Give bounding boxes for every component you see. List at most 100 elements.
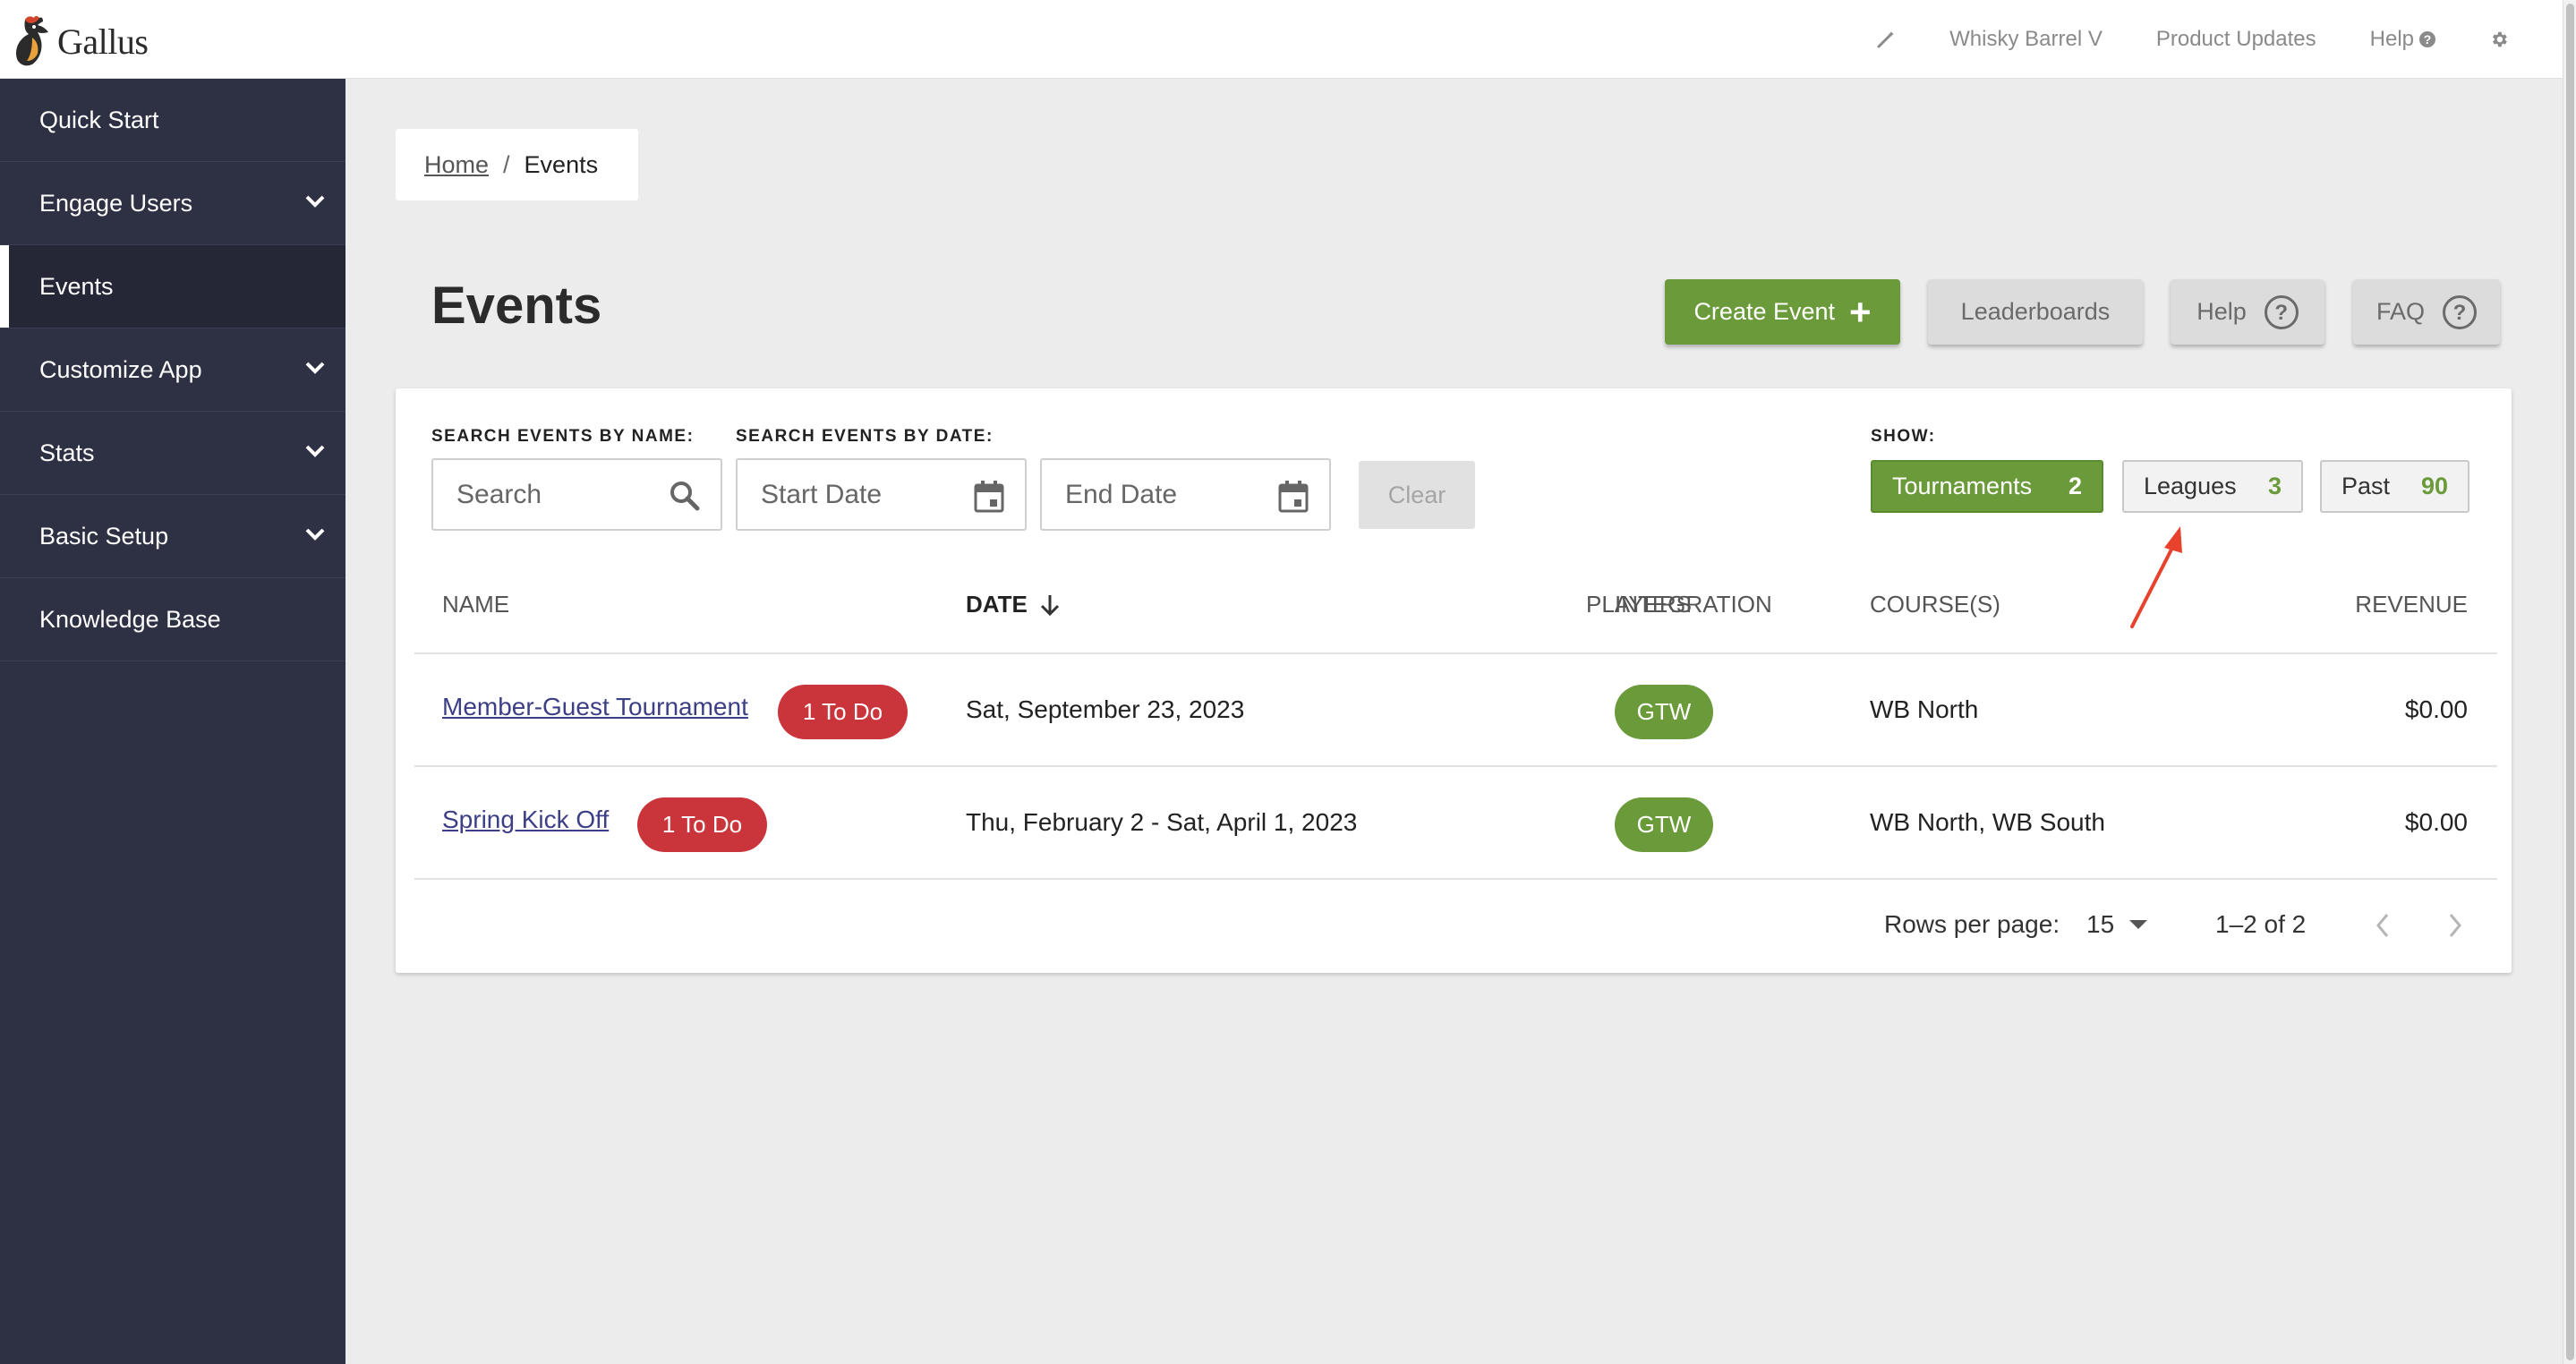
chevron-down-icon: [305, 195, 325, 208]
toggle-label: Tournaments: [1892, 473, 2033, 499]
integration-badge: GTW: [1615, 685, 1713, 739]
todo-badge[interactable]: 1 To Do: [637, 797, 767, 852]
start-date-input[interactable]: [761, 479, 967, 510]
events-card: SEARCH EVENTS BY NAME: SEARCH EVENTS BY …: [396, 388, 2512, 973]
help-link-label: Help: [2369, 27, 2414, 51]
magic-wand-icon: [1877, 31, 1895, 48]
chevron-down-icon: [305, 445, 325, 457]
sort-arrow-down-icon: [1040, 594, 1059, 616]
toggle-count: 2: [2068, 473, 2082, 499]
logo-text: Gallus: [57, 21, 149, 62]
sidebar-item-label: Stats: [39, 439, 95, 466]
column-header-revenue[interactable]: REVENUE: [2186, 591, 2468, 618]
column-header-date-label: DATE: [966, 591, 1028, 618]
search-icon: [670, 482, 700, 511]
start-date-field[interactable]: [736, 458, 1027, 531]
help-label: Help: [2196, 298, 2247, 325]
rows-per-page-select[interactable]: 15: [2086, 910, 2148, 939]
column-header-courses[interactable]: COURSE(S): [1870, 591, 2000, 618]
gear-icon: [2493, 31, 2507, 47]
leagues-toggle[interactable]: Leagues 3: [2122, 460, 2303, 513]
toggle-label: Past: [2341, 473, 2391, 499]
settings-button[interactable]: [2489, 30, 2509, 49]
search-date-label: SEARCH EVENTS BY DATE:: [736, 427, 994, 446]
calendar-icon[interactable]: [973, 480, 1005, 514]
column-header-date[interactable]: DATE: [966, 591, 1062, 618]
search-field[interactable]: [431, 458, 722, 531]
event-name-link[interactable]: Spring Kick Off: [442, 806, 609, 834]
breadcrumb: Home / Events: [396, 129, 638, 200]
column-header-name[interactable]: NAME: [442, 591, 509, 618]
event-revenue: $0.00: [2404, 808, 2468, 836]
chevron-down-icon: [305, 528, 325, 541]
table-divider: [414, 765, 2497, 767]
sidebar-item-label: Engage Users: [39, 189, 193, 217]
event-revenue: $0.00: [2404, 695, 2468, 723]
chevron-down-icon: [305, 362, 325, 374]
annotation-arrow: [2130, 526, 2182, 628]
app-logo[interactable]: Gallus: [13, 14, 149, 68]
sidebar-item-label: Customize App: [39, 355, 202, 383]
end-date-input[interactable]: [1065, 479, 1271, 510]
rooster-logo-icon: [16, 16, 48, 66]
sidebar-item-quick-start[interactable]: Quick Start: [0, 79, 345, 162]
sidebar-item-events[interactable]: Events: [0, 245, 345, 328]
sidebar-item-label: Knowledge Base: [39, 605, 221, 633]
show-label: SHOW:: [1871, 427, 1936, 446]
top-nav: Whisky Barrel V Product Updates Help ?: [1876, 0, 2509, 79]
sidebar-item-basic-setup[interactable]: Basic Setup: [0, 495, 345, 578]
event-date: Thu, February 2 - Sat, April 1, 2023: [966, 808, 1358, 836]
table-divider: [414, 878, 2497, 880]
help-button[interactable]: Help ?: [2171, 279, 2324, 345]
product-updates-link[interactable]: Product Updates: [2156, 27, 2316, 52]
toggle-count: 90: [2420, 473, 2448, 499]
past-toggle[interactable]: Past 90: [2320, 460, 2469, 513]
toggle-count: 3: [2267, 473, 2282, 499]
course-selector[interactable]: Whisky Barrel V: [1949, 27, 2103, 52]
breadcrumb-separator: /: [503, 150, 510, 178]
magic-wand-button[interactable]: [1876, 30, 1896, 49]
rows-per-page-label: Rows per page:: [1884, 910, 2060, 938]
breadcrumb-home-link[interactable]: Home: [424, 151, 489, 179]
help-link[interactable]: Help ?: [2370, 27, 2435, 52]
create-event-button[interactable]: Create Event +: [1665, 279, 1900, 345]
help-circle-icon: ?: [2264, 294, 2299, 329]
calendar-icon[interactable]: [1277, 480, 1309, 514]
scrollbar-thumb[interactable]: [2566, 4, 2574, 1360]
sidebar-item-label: Basic Setup: [39, 522, 169, 550]
event-courses: WB North: [1870, 695, 1979, 723]
plus-icon: +: [1849, 290, 1872, 333]
todo-badge[interactable]: 1 To Do: [778, 685, 908, 739]
integration-badge: GTW: [1615, 797, 1713, 852]
table-divider: [414, 652, 2497, 654]
search-input[interactable]: [456, 479, 662, 510]
sidebar-item-engage-users[interactable]: Engage Users: [0, 162, 345, 245]
help-circle-icon: ?: [2419, 31, 2435, 47]
sidebar-item-label: Quick Start: [39, 106, 159, 133]
toggle-label: Leagues: [2144, 473, 2237, 499]
breadcrumb-current: Events: [524, 150, 599, 178]
column-header-integration[interactable]: INTEGRATION: [1615, 591, 1772, 618]
faq-label: FAQ: [2376, 298, 2425, 325]
clear-button[interactable]: Clear: [1359, 461, 1475, 529]
end-date-field[interactable]: [1040, 458, 1331, 531]
help-circle-icon: ?: [2443, 294, 2477, 329]
sidebar: Quick Start Engage Users Events Customiz…: [0, 79, 345, 1364]
top-bar: Gallus Whisky Barrel V Product Updates H…: [0, 0, 2563, 79]
rows-per-page-value: 15: [2086, 910, 2115, 938]
sidebar-item-label: Events: [39, 272, 114, 300]
create-event-label: Create Event: [1693, 298, 1836, 325]
page-scrollbar[interactable]: [2563, 0, 2576, 1364]
faq-button[interactable]: FAQ ?: [2353, 279, 2500, 345]
sidebar-item-customize-app[interactable]: Customize App: [0, 328, 345, 412]
leaderboards-button[interactable]: Leaderboards: [1928, 279, 2143, 345]
dropdown-arrow-icon: [2129, 920, 2148, 929]
previous-page-icon[interactable]: [2374, 911, 2392, 940]
sidebar-item-stats[interactable]: Stats: [0, 412, 345, 495]
sidebar-item-knowledge-base[interactable]: Knowledge Base: [0, 578, 345, 661]
event-name-link[interactable]: Member-Guest Tournament: [442, 693, 748, 721]
event-courses: WB North, WB South: [1870, 808, 2105, 836]
search-name-label: SEARCH EVENTS BY NAME:: [431, 427, 695, 446]
tournaments-toggle[interactable]: Tournaments 2: [1871, 460, 2103, 513]
next-page-icon[interactable]: [2446, 911, 2464, 940]
